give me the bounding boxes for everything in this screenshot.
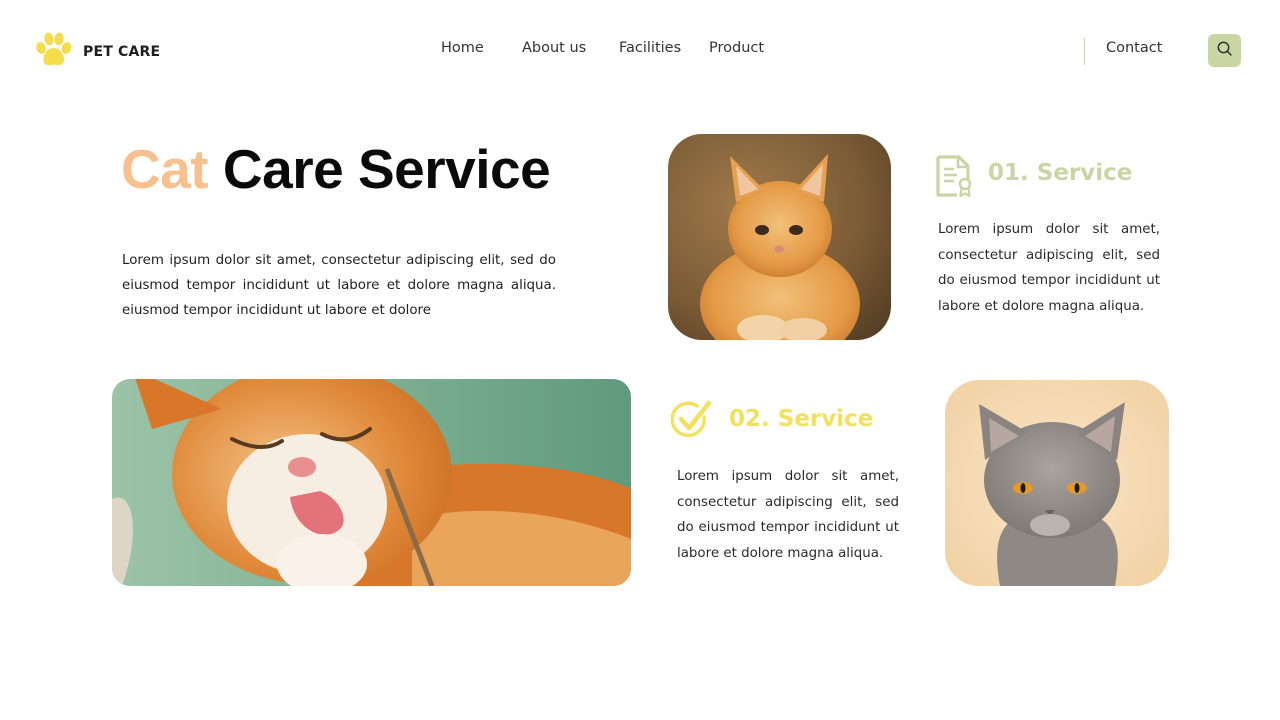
- nav-divider: [1084, 38, 1085, 65]
- nav-product[interactable]: Product: [709, 40, 764, 56]
- nav-about-us[interactable]: About us: [522, 40, 586, 56]
- nav-facilities[interactable]: Facilities: [619, 40, 681, 56]
- logo[interactable]: PET CARE: [35, 32, 160, 72]
- search-icon: [1216, 40, 1233, 61]
- brand-name: PET CARE: [83, 44, 161, 60]
- paw-icon: [35, 32, 72, 72]
- service-1-description: Lorem ipsum dolor sit amet, consectetur …: [938, 222, 1160, 314]
- page-title-rest: Care Service: [222, 138, 551, 200]
- service-2-description: Lorem ipsum dolor sit amet, consectetur …: [677, 469, 899, 561]
- kitten-photo: [668, 134, 891, 340]
- hero-description: Lorem ipsum dolor sit amet, consectetur …: [122, 253, 556, 318]
- service-1-title: 01. Service: [988, 160, 1133, 186]
- page-title: Cat Care Service: [121, 137, 551, 201]
- service-2-title: 02. Service: [729, 406, 874, 432]
- search-button[interactable]: [1208, 34, 1241, 67]
- check-circle-icon: [670, 400, 712, 440]
- orange-cat-photo: [112, 379, 631, 586]
- certificate-icon: [935, 155, 973, 198]
- page-title-accent: Cat: [121, 138, 209, 200]
- grey-cat-photo: [945, 380, 1169, 586]
- nav-contact[interactable]: Contact: [1106, 40, 1162, 56]
- nav-home[interactable]: Home: [441, 40, 484, 56]
